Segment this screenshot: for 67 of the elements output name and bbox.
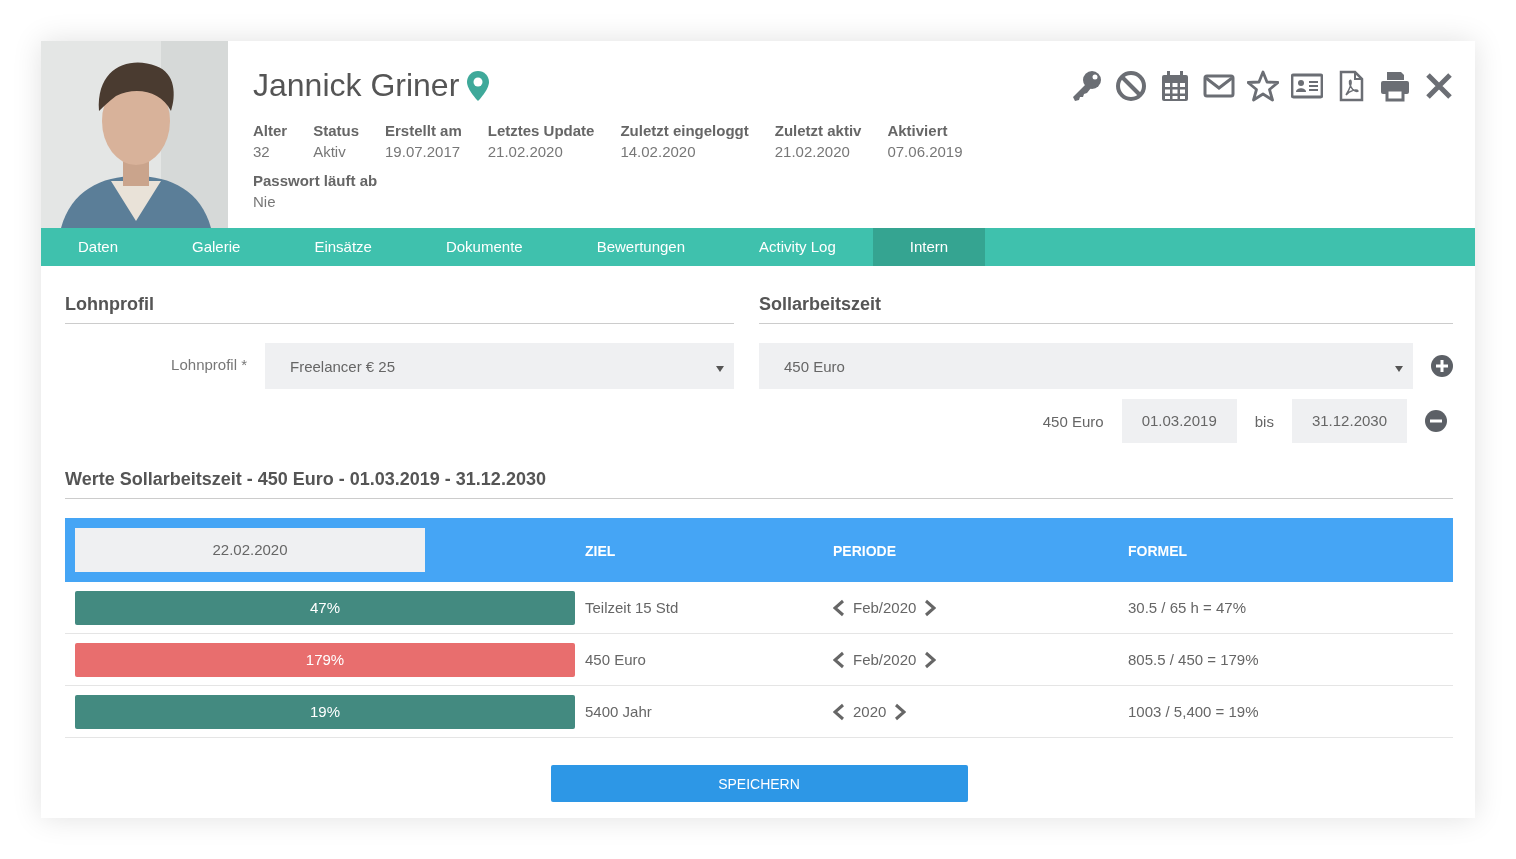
- field-label: Zuletzt aktiv: [774, 122, 862, 139]
- field-value: 21.02.2020: [774, 143, 851, 160]
- period-label: Feb/2020: [853, 599, 917, 616]
- key-icon[interactable]: [1071, 70, 1103, 102]
- add-icon[interactable]: [1431, 355, 1453, 377]
- field-label: Letztes Update: [487, 122, 595, 139]
- field-value: 21.02.2020: [487, 143, 564, 160]
- chevron-right-icon[interactable]: [894, 702, 907, 721]
- field-label: Aktiviert: [887, 122, 949, 139]
- field-value: Nie: [253, 193, 277, 210]
- range-separator: bis: [1254, 412, 1274, 430]
- field-label: Passwort läuft ab: [253, 172, 378, 189]
- field-label: Zuletzt eingeloggt: [620, 122, 749, 139]
- section-title: Lohnprofil: [65, 294, 734, 324]
- field-value: Aktiv: [313, 143, 347, 160]
- remove-icon[interactable]: [1425, 410, 1447, 432]
- field-value: 14.02.2020: [620, 143, 697, 160]
- dropdown[interactable]: Freelancer € 25: [265, 343, 734, 389]
- column-header: FORMEL: [1128, 542, 1188, 559]
- section-title: Sollarbeitszeit: [759, 294, 1453, 324]
- chevron-left-icon[interactable]: [833, 598, 845, 617]
- field-value: 07.06.2019: [887, 143, 963, 160]
- location-pin-icon: [467, 70, 490, 101]
- percent-bar: 179%: [75, 642, 575, 677]
- field-label: Erstellt am: [385, 122, 462, 139]
- field-label: Alter: [253, 122, 288, 139]
- percent-bar: 47%: [75, 590, 575, 625]
- caret-icon: [716, 365, 724, 372]
- tab[interactable]: Daten: [41, 228, 156, 266]
- chevron-right-icon[interactable]: [924, 598, 937, 617]
- field-value: 32: [253, 143, 271, 160]
- table-cell: Teilzeit 15 Std: [585, 599, 679, 616]
- tab[interactable]: Einsätze: [277, 228, 409, 266]
- table-cell: 1003 / 5,400 = 19%: [1128, 703, 1259, 720]
- field-label: Status: [313, 122, 360, 139]
- period-label: 2020: [853, 703, 887, 720]
- tab[interactable]: Activity Log: [722, 228, 873, 266]
- column-header: ZIEL: [585, 542, 616, 559]
- field-value: 19.07.2017: [385, 143, 462, 160]
- save-button[interactable]: SPEICHERN: [550, 765, 968, 802]
- table-cell: 5400 Jahr: [585, 703, 652, 720]
- chevron-left-icon[interactable]: [833, 702, 845, 721]
- table-cell: 805.5 / 450 = 179%: [1128, 651, 1259, 668]
- tab[interactable]: Bewertungen: [559, 228, 723, 266]
- chevron-right-icon[interactable]: [924, 650, 937, 669]
- table-cell: 450 Euro: [585, 651, 646, 668]
- star-icon[interactable]: [1247, 70, 1279, 102]
- period-name: 450 Euro: [1042, 412, 1104, 430]
- person-name: Jannick Griner: [253, 67, 460, 104]
- calendar-icon[interactable]: [1159, 70, 1191, 102]
- chevron-left-icon[interactable]: [833, 650, 845, 669]
- section-title: Werte Sollarbeitszeit - 450 Euro - 01.03.2019 - 31.12.2030: [65, 469, 1453, 499]
- printer-icon[interactable]: [1379, 70, 1411, 102]
- column-header: PERIODE: [833, 542, 896, 559]
- date-field[interactable]: 22.02.2020: [75, 528, 425, 572]
- prohibited-icon[interactable]: [1115, 70, 1147, 102]
- percent-bar: 19%: [75, 694, 575, 729]
- date-field[interactable]: 31.12.2030: [1291, 399, 1407, 443]
- tab[interactable]: Galerie: [155, 228, 278, 266]
- table-cell: 30.5 / 65 h = 47%: [1128, 599, 1246, 616]
- date-field[interactable]: 01.03.2019: [1121, 399, 1237, 443]
- tab[interactable]: Dokumente: [408, 228, 560, 266]
- field-label: Lohnprofil *: [170, 355, 247, 373]
- tab[interactable]: Intern: [872, 228, 986, 266]
- caret-icon: [1395, 365, 1403, 372]
- period-label: Feb/2020: [853, 651, 917, 668]
- dropdown[interactable]: 450 Euro: [759, 343, 1413, 389]
